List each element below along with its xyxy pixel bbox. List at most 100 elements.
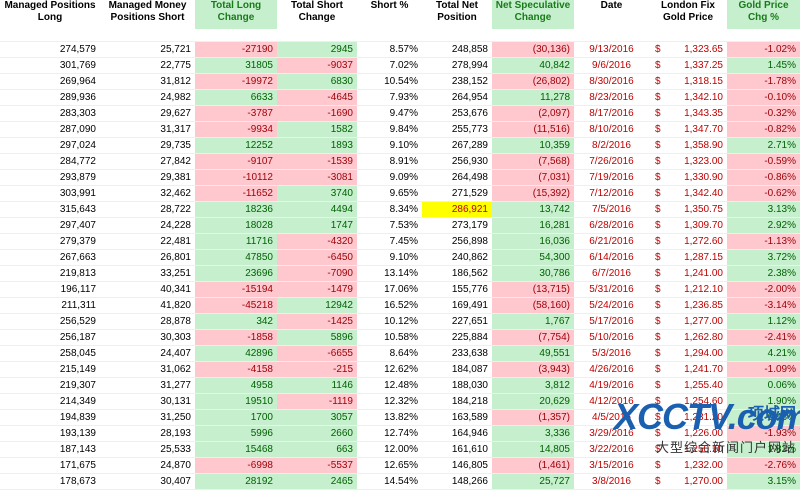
cell-total-long-change: -3787: [195, 105, 277, 122]
cell-managed-short: 41,820: [100, 297, 195, 314]
table-row: 284,772 27,842 -9107 -1539 8.91% 256,930 (7,56…: [0, 153, 800, 170]
cell-net-spec-change: (7,754): [492, 329, 574, 346]
table-row: 211,311 41,820 -45218 12942 16.52% 169,491 (58…: [0, 297, 800, 314]
cell-total-long-change: 19510: [195, 393, 277, 410]
cell-gold-price-chg: 2.71%: [727, 137, 800, 154]
cell-total-net-position: 278,994: [422, 57, 492, 74]
header-total-net-position: Total Net Position: [422, 0, 492, 29]
cell-managed-short: 30,131: [100, 393, 195, 410]
cell-date: 3/8/2016: [574, 473, 649, 490]
cell-total-long-change: 12252: [195, 137, 277, 154]
cell-gold-price-chg: 3.72%: [727, 249, 800, 266]
cell-total-short-change: -6655: [277, 345, 357, 362]
cell-gold-price: $1,350.75: [649, 201, 727, 218]
cell-total-short-change: 1893: [277, 137, 357, 154]
cell-managed-long: 193,139: [0, 425, 100, 442]
currency-symbol: $: [655, 44, 661, 55]
cell-net-spec-change: (58,160): [492, 297, 574, 314]
cell-total-short-change: 1146: [277, 377, 357, 394]
gold-price-value: 1,347.70: [684, 124, 723, 135]
gold-price-value: 1,212.10: [684, 284, 723, 295]
cell-net-spec-change: 25,727: [492, 473, 574, 490]
cell-short-pct: 9.10%: [357, 249, 422, 266]
gold-price-value: 1,342.10: [684, 92, 723, 103]
cell-net-spec-change: 3,812: [492, 377, 574, 394]
cell-date: 7/19/2016: [574, 169, 649, 186]
cell-gold-price-chg: -1.09%: [727, 361, 800, 378]
cell-date: 8/10/2016: [574, 121, 649, 138]
cell-total-net-position: 240,862: [422, 249, 492, 266]
cell-net-spec-change: (7,568): [492, 153, 574, 170]
cell-short-pct: 14.54%: [357, 473, 422, 490]
gold-price-value: 1,277.00: [684, 316, 723, 327]
cell-total-long-change: 11716: [195, 233, 277, 250]
cell-net-spec-change: 40,842: [492, 57, 574, 74]
gold-price-value: 1,236.85: [684, 300, 723, 311]
cell-total-short-change: -9037: [277, 57, 357, 74]
cell-managed-long: 274,579: [0, 41, 100, 58]
cell-total-long-change: 4958: [195, 377, 277, 394]
cell-managed-short: 22,481: [100, 233, 195, 250]
gold-price-value: 1,318.15: [684, 76, 723, 87]
cell-total-long-change: 31805: [195, 57, 277, 74]
cell-net-spec-change: (13,715): [492, 281, 574, 298]
cell-managed-long: 178,673: [0, 473, 100, 490]
cell-net-spec-change: 1,767: [492, 313, 574, 330]
gold-price-value: 1,309.70: [684, 220, 723, 231]
table-row: 196,117 40,341 -15194 -1479 17.06% 155,776 (13…: [0, 281, 800, 298]
cell-managed-short: 24,228: [100, 217, 195, 234]
table-row: 256,529 28,878 342 -1425 10.12% 227,651 1,767 5…: [0, 313, 800, 330]
cell-net-spec-change: 11,278: [492, 89, 574, 106]
currency-symbol: $: [655, 220, 661, 231]
cell-managed-long: 258,045: [0, 345, 100, 362]
table-row: 279,379 22,481 11716 -4320 7.45% 256,898 16,03…: [0, 233, 800, 250]
cell-total-short-change: 1747: [277, 217, 357, 234]
cell-total-long-change: 1700: [195, 409, 277, 426]
currency-symbol: $: [655, 204, 661, 215]
cell-total-short-change: 6830: [277, 73, 357, 90]
cell-net-spec-change: 16,036: [492, 233, 574, 250]
cell-total-short-change: 2660: [277, 425, 357, 442]
cell-total-short-change: -4320: [277, 233, 357, 250]
cell-gold-price-chg: 1.45%: [727, 57, 800, 74]
cell-total-long-change: -19972: [195, 73, 277, 90]
cell-net-spec-change: 13,742: [492, 201, 574, 218]
cell-gold-price-chg: -0.59%: [727, 153, 800, 170]
cell-date: 5/31/2016: [574, 281, 649, 298]
cell-total-long-change: 5996: [195, 425, 277, 442]
table-row: 287,090 31,317 -9934 1582 9.84% 255,773 (11,51…: [0, 121, 800, 138]
currency-symbol: $: [655, 140, 661, 151]
cell-total-net-position: 184,087: [422, 361, 492, 378]
cell-net-spec-change: (30,136): [492, 41, 574, 58]
cell-short-pct: 10.54%: [357, 73, 422, 90]
cell-gold-price-chg: -1.02%: [727, 41, 800, 58]
currency-symbol: $: [655, 364, 661, 375]
cell-gold-price-chg: -1.78%: [727, 73, 800, 90]
cell-total-net-position: 286,921: [422, 201, 492, 218]
currency-symbol: $: [655, 92, 661, 103]
header-total-long-change: Total Long Change: [195, 0, 277, 29]
cell-total-short-change: 663: [277, 441, 357, 458]
cell-total-net-position: 253,676: [422, 105, 492, 122]
cell-total-net-position: 186,562: [422, 265, 492, 282]
cell-managed-long: 219,307: [0, 377, 100, 394]
cell-managed-short: 40,341: [100, 281, 195, 298]
cell-managed-long: 187,143: [0, 441, 100, 458]
cell-total-net-position: 233,638: [422, 345, 492, 362]
cell-gold-price: $1,287.15: [649, 249, 727, 266]
cell-short-pct: 8.34%: [357, 201, 422, 218]
cell-total-short-change: -7090: [277, 265, 357, 282]
cell-gold-price: $1,277.00: [649, 313, 727, 330]
cell-managed-short: 31,277: [100, 377, 195, 394]
table-row: 297,407 24,228 18028 1747 7.53% 273,179 16,281…: [0, 217, 800, 234]
cell-short-pct: 7.93%: [357, 89, 422, 106]
cell-total-long-change: -1858: [195, 329, 277, 346]
cell-total-net-position: 188,030: [422, 377, 492, 394]
cell-net-spec-change: (1,357): [492, 409, 574, 426]
cell-total-long-change: 6633: [195, 89, 277, 106]
cell-gold-price: $1,330.90: [649, 169, 727, 186]
cell-date: 8/30/2016: [574, 73, 649, 90]
cell-managed-short: 29,627: [100, 105, 195, 122]
cell-total-long-change: 42896: [195, 345, 277, 362]
table-row: 303,991 32,462 -11652 3740 9.65% 271,529 (15,3…: [0, 185, 800, 202]
